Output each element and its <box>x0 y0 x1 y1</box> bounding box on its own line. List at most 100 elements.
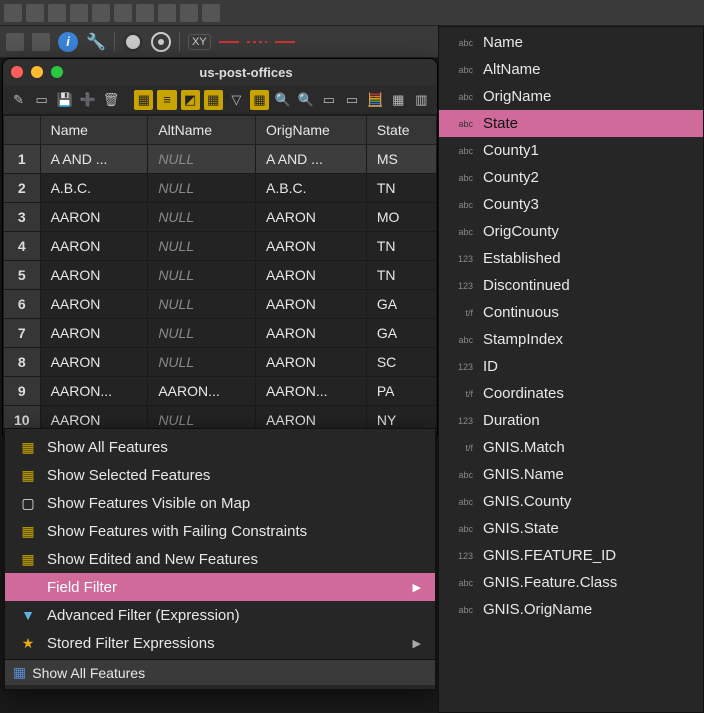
table-row[interactable]: 2A.B.C.NULLA.B.C.TN <box>4 174 437 203</box>
table-row[interactable]: 8AARONNULLAARONSC <box>4 348 437 377</box>
field-menu-item[interactable]: abcGNIS.OrigName <box>439 596 703 623</box>
cell-name[interactable]: AARON <box>40 232 148 261</box>
cell-name[interactable]: AARON <box>40 348 148 377</box>
cell-name[interactable]: AARON <box>40 319 148 348</box>
cell-altname[interactable]: NULL <box>148 319 256 348</box>
circle-tool-icon[interactable] <box>123 32 143 52</box>
menu-item-show-features-visible-on-map[interactable]: ▢Show Features Visible on Map <box>5 489 435 517</box>
cell-state[interactable]: TN <box>366 261 436 290</box>
cell-name[interactable]: AARON <box>40 261 148 290</box>
field-menu-item[interactable]: abcGNIS.Name <box>439 461 703 488</box>
field-menu-item[interactable]: abcCounty3 <box>439 191 703 218</box>
table-row[interactable]: 7AARONNULLAARONGA <box>4 319 437 348</box>
xy-tool-icon[interactable]: XY <box>188 34 211 50</box>
cell-altname[interactable]: AARON... <box>148 377 256 406</box>
toolbar-icon[interactable]: ▭ <box>319 90 338 110</box>
field-menu-item[interactable]: abcAltName <box>439 56 703 83</box>
toolbar-icon[interactable] <box>70 4 88 22</box>
row-number-cell[interactable]: 2 <box>4 174 41 203</box>
field-menu-item[interactable]: abcState <box>439 110 703 137</box>
delete-feature-icon[interactable]: 🗑 <box>102 90 121 110</box>
field-menu-item[interactable]: 123Discontinued <box>439 272 703 299</box>
row-number-header[interactable] <box>4 116 41 145</box>
field-menu-item[interactable]: abcGNIS.State <box>439 515 703 542</box>
toolbar-icon[interactable] <box>6 33 24 51</box>
cell-altname[interactable]: NULL <box>148 261 256 290</box>
field-menu-item[interactable]: t/fCoordinates <box>439 380 703 407</box>
add-feature-icon[interactable]: ➕ <box>78 90 97 110</box>
cell-state[interactable]: PA <box>366 377 436 406</box>
toolbar-icon[interactable] <box>114 4 132 22</box>
menu-item-show-edited-and-new-features[interactable]: ▦Show Edited and New Features <box>5 545 435 573</box>
cell-altname[interactable]: NULL <box>148 290 256 319</box>
menu-item-show-all-features[interactable]: ▦Show All Features <box>5 433 435 461</box>
row-number-cell[interactable]: 8 <box>4 348 41 377</box>
cell-altname[interactable]: NULL <box>148 203 256 232</box>
field-menu-item[interactable]: 123GNIS.FEATURE_ID <box>439 542 703 569</box>
menu-item-advanced-filter-expression[interactable]: ▼Advanced Filter (Expression) <box>5 601 435 629</box>
cell-origname[interactable]: AARON <box>256 232 367 261</box>
deselect-icon[interactable]: ▦ <box>204 90 223 110</box>
menu-item-show-features-with-failing-constraints[interactable]: ▦Show Features with Failing Constraints <box>5 517 435 545</box>
menu-item-field-filter[interactable]: Field Filter▶ <box>5 573 435 601</box>
cell-altname[interactable]: NULL <box>148 174 256 203</box>
cell-state[interactable]: MS <box>366 145 436 174</box>
conditional-format-icon[interactable]: ▦ <box>389 90 408 110</box>
row-number-cell[interactable]: 7 <box>4 319 41 348</box>
cell-name[interactable]: A.B.C. <box>40 174 148 203</box>
field-menu-item[interactable]: 123ID <box>439 353 703 380</box>
toolbar-icon[interactable] <box>92 4 110 22</box>
field-calc-icon[interactable]: 🧮 <box>366 90 385 110</box>
cell-state[interactable]: GA <box>366 290 436 319</box>
cell-origname[interactable]: AARON <box>256 348 367 377</box>
cell-altname[interactable]: NULL <box>148 232 256 261</box>
table-row[interactable]: 6AARONNULLAARONGA <box>4 290 437 319</box>
zoom-window-icon[interactable] <box>51 66 63 78</box>
toolbar-icon[interactable] <box>180 4 198 22</box>
field-menu-item[interactable]: abcGNIS.Feature.Class <box>439 569 703 596</box>
toolbar-icon[interactable]: ▭ <box>32 90 51 110</box>
cell-name[interactable]: AARON... <box>40 377 148 406</box>
toolbar-icon[interactable] <box>158 4 176 22</box>
wrench-icon[interactable]: 🔧 <box>86 32 106 52</box>
cell-state[interactable]: TN <box>366 232 436 261</box>
cell-name[interactable]: AARON <box>40 203 148 232</box>
row-number-cell[interactable]: 4 <box>4 232 41 261</box>
row-number-cell[interactable]: 1 <box>4 145 41 174</box>
row-number-cell[interactable]: 6 <box>4 290 41 319</box>
field-menu-item[interactable]: t/fContinuous <box>439 299 703 326</box>
table-row[interactable]: 9AARON...AARON...AARON...PA <box>4 377 437 406</box>
table-row[interactable]: 5AARONNULLAARONTN <box>4 261 437 290</box>
row-number-cell[interactable]: 5 <box>4 261 41 290</box>
filter-status-bar[interactable]: ▦Show All Features <box>5 659 435 685</box>
field-menu-item[interactable]: abcOrigCounty <box>439 218 703 245</box>
cell-state[interactable]: TN <box>366 174 436 203</box>
line-tool-icon[interactable] <box>219 41 239 43</box>
minimize-window-icon[interactable] <box>31 66 43 78</box>
toolbar-icon[interactable] <box>48 4 66 22</box>
close-window-icon[interactable] <box>11 66 23 78</box>
cell-origname[interactable]: A AND ... <box>256 145 367 174</box>
filter-icon[interactable]: ▽ <box>227 90 246 110</box>
identify-icon[interactable]: i <box>58 32 78 52</box>
target-tool-icon[interactable] <box>151 32 171 52</box>
cell-origname[interactable]: AARON <box>256 203 367 232</box>
window-titlebar[interactable]: us-post-offices <box>3 59 437 85</box>
field-menu-item[interactable]: t/fGNIS.Match <box>439 434 703 461</box>
field-menu-item[interactable]: abcOrigName <box>439 83 703 110</box>
row-number-cell[interactable]: 9 <box>4 377 41 406</box>
cell-state[interactable]: GA <box>366 319 436 348</box>
dashed-line-tool-icon[interactable] <box>247 41 267 43</box>
table-row[interactable]: 1A AND ...NULLA AND ...MS <box>4 145 437 174</box>
field-menu-item[interactable]: abcCounty2 <box>439 164 703 191</box>
toolbar-icon[interactable] <box>136 4 154 22</box>
pan-selected-icon[interactable]: 🔍 <box>296 90 315 110</box>
field-menu-item[interactable]: 123Duration <box>439 407 703 434</box>
cell-origname[interactable]: AARON <box>256 290 367 319</box>
save-icon[interactable]: 💾 <box>55 90 74 110</box>
column-header[interactable]: State <box>366 116 436 145</box>
zoom-selected-icon[interactable]: 🔍 <box>273 90 292 110</box>
cell-state[interactable]: SC <box>366 348 436 377</box>
toolbar-icon[interactable] <box>26 4 44 22</box>
toolbar-icon[interactable]: ▭ <box>342 90 361 110</box>
